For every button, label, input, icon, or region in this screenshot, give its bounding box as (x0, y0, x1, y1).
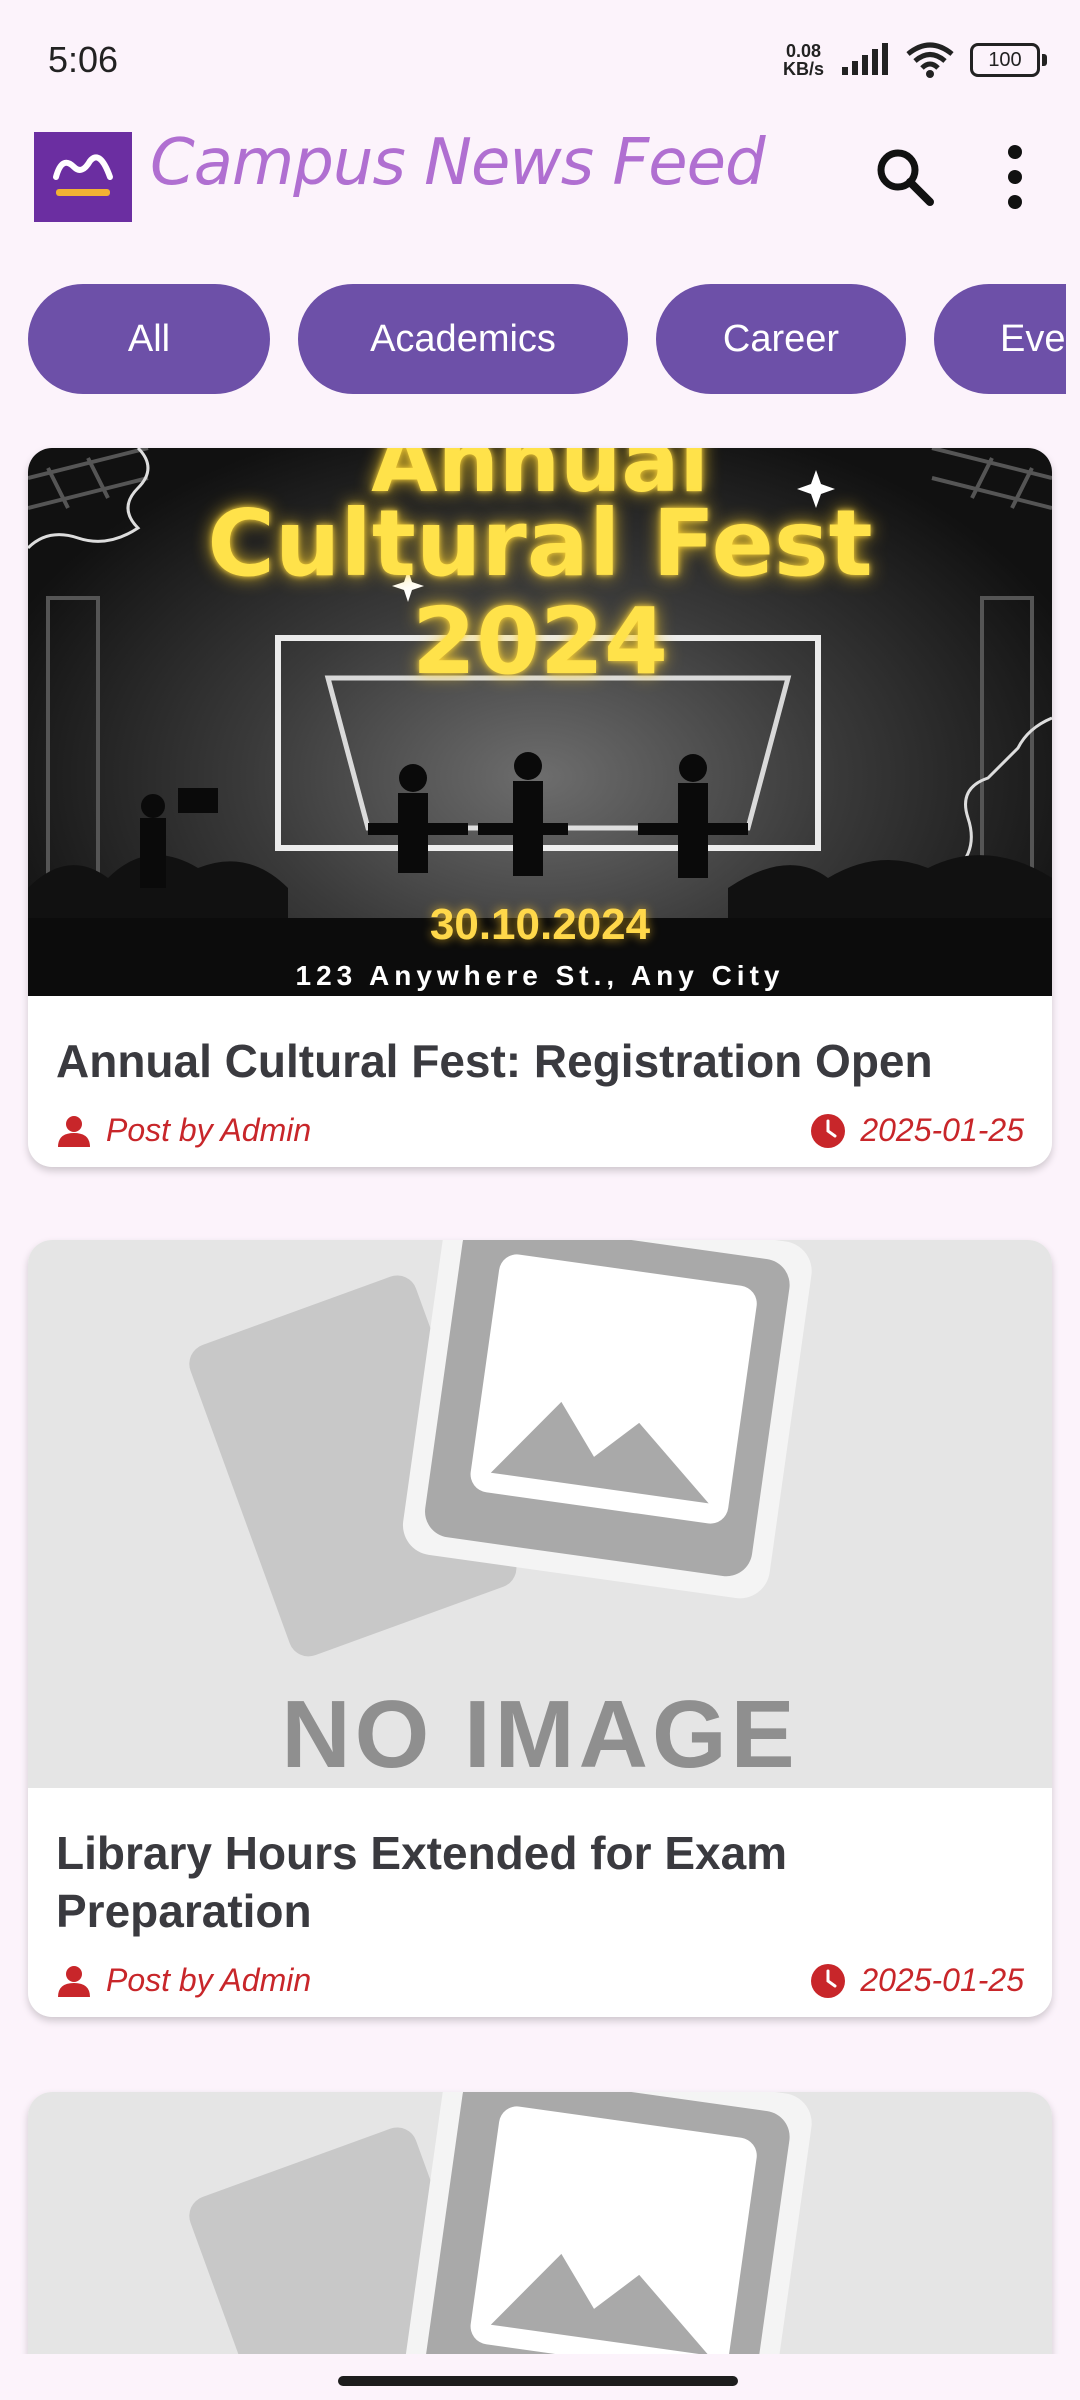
chip-events[interactable]: Events (934, 284, 1066, 394)
no-image-text: NO IMAGE (281, 1681, 799, 1788)
fest-address: 123 Anywhere St., Any City (295, 960, 785, 991)
news-card-title: Annual Cultural Fest: Registration Open (56, 1035, 933, 1087)
more-vert-icon (1008, 145, 1022, 209)
author-label: Post by Admin (106, 1112, 312, 1148)
status-icons: 0.08 KB/s 100 (783, 42, 1047, 78)
app-logo-icon (34, 132, 132, 222)
network-speed-value: 0.08 (785, 41, 822, 61)
app-bar: Campus News Feed (0, 120, 1080, 236)
clock-icon (811, 1113, 846, 1148)
chip-academics[interactable]: Academics (298, 284, 628, 394)
person-icon (58, 1965, 90, 1997)
news-card-title: Library Hours Extended for Exam Preparat… (56, 1827, 788, 1937)
date-label: 2025-01-25 (860, 1112, 1024, 1148)
status-bar: 5:06 0.08 KB/s 100 (0, 0, 1080, 120)
status-time: 5:06 (48, 39, 119, 80)
no-image-icon (189, 2092, 812, 2392)
news-card-meta: Post by Admin 2025-01-25 (56, 1962, 1024, 1999)
news-card-image: NO IMAGE (28, 1240, 1052, 1788)
wifi-icon (906, 42, 954, 78)
search-icon (877, 149, 934, 206)
news-card-author: Post by Admin (56, 1112, 311, 1149)
fest-title-line2: Cultural Fest (207, 490, 873, 597)
fest-title-line3: 2024 (411, 588, 669, 695)
news-card-image (28, 2092, 1052, 2392)
search-button[interactable] (870, 142, 940, 212)
news-card-image: Annual Cultural Fest 2024 30.10.2024 123… (28, 448, 1052, 996)
signal-icon (842, 43, 888, 75)
person-icon (58, 1115, 90, 1147)
category-chips: All Academics Career Events (0, 284, 1066, 394)
author-label: Post by Admin (106, 1962, 312, 1998)
news-card[interactable]: NO IMAGE Library Hours Extended for Exam… (28, 1240, 1052, 2017)
news-card[interactable]: Annual Cultural Fest 2024 30.10.2024 123… (28, 448, 1052, 1167)
home-gesture-bar[interactable] (338, 2376, 738, 2386)
news-card-meta: Post by Admin 2025-01-25 (56, 1112, 1024, 1149)
news-card-date: 2025-01-25 (810, 1112, 1024, 1149)
news-card-date: 2025-01-25 (810, 1962, 1024, 1999)
battery-level: 100 (988, 48, 1022, 71)
network-speed: 0.08 KB/s (783, 42, 824, 78)
chip-all[interactable]: All (28, 284, 270, 394)
clock-icon (811, 1963, 846, 1998)
news-card[interactable] (28, 2092, 1052, 2392)
navigation-gesture-area (0, 2354, 1080, 2400)
more-options-button[interactable] (980, 142, 1050, 212)
app-title: Campus News Feed (150, 126, 766, 200)
date-label: 2025-01-25 (860, 1962, 1024, 1998)
network-speed-unit: KB/s (782, 59, 824, 79)
fest-date: 30.10.2024 (429, 900, 651, 949)
battery-icon: 100 (970, 43, 1047, 77)
chip-career[interactable]: Career (656, 284, 906, 394)
news-card-author: Post by Admin (56, 1962, 311, 1999)
